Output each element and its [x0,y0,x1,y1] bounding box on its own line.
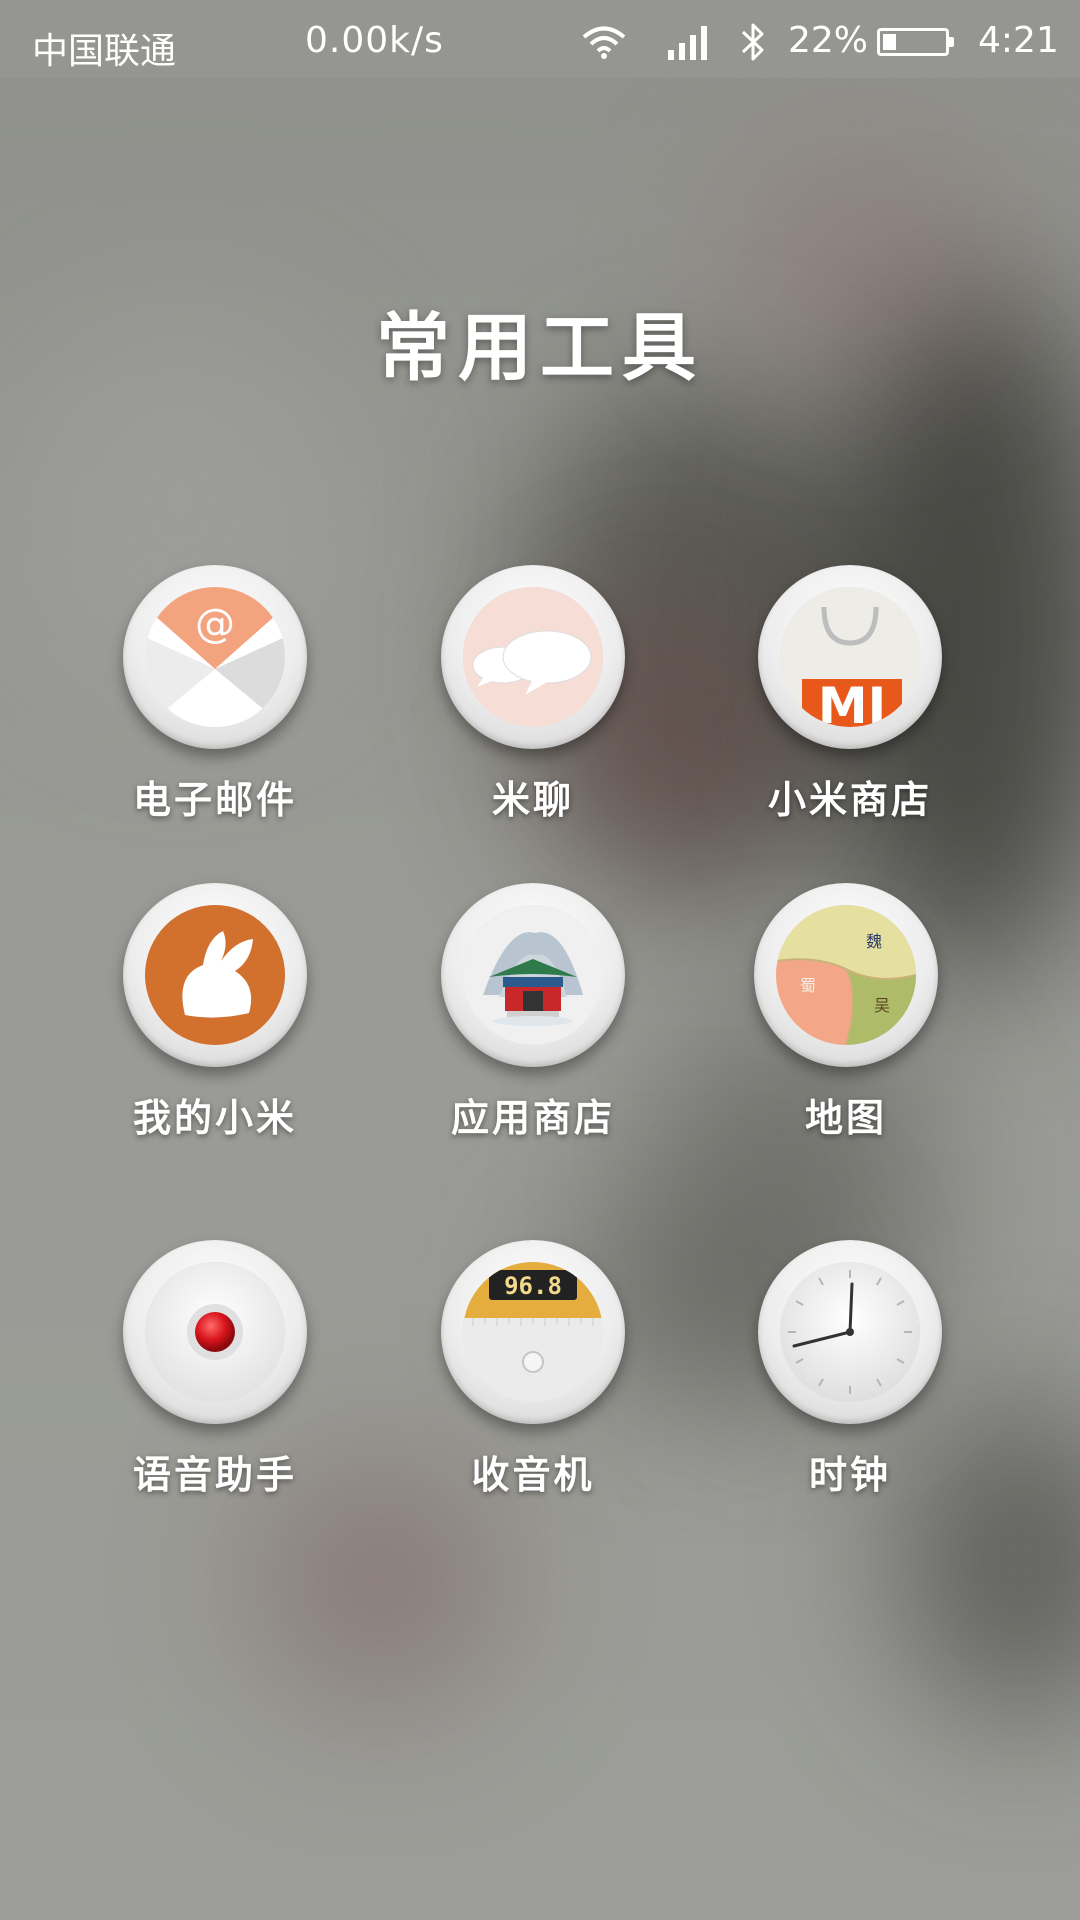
app-mi-chat[interactable]: 米聊 [373,565,693,825]
shopping-bag-icon: MI [780,587,920,727]
wifi-icon [582,26,626,59]
app-app-store[interactable]: 应用商店 [373,883,693,1143]
app-label: 语音助手 [132,1453,297,1497]
app-mi-store[interactable]: MI 小米商店 [690,565,1010,825]
email-icon: @ [145,587,285,727]
app-label: 我的小米 [132,1096,297,1140]
rabbit-icon [145,905,285,1045]
svg-text:吴: 吴 [874,996,890,1015]
svg-text:96.8: 96.8 [504,1272,562,1300]
app-label: 米聊 [491,778,574,822]
app-label: 收音机 [471,1453,595,1497]
app-radio[interactable]: 96.8 收音机 [373,1240,693,1500]
clock-icon [780,1262,920,1402]
carrier-name: 中国联通 [32,31,177,72]
radio-icon: 96.8 [463,1262,603,1402]
status-bar: 中国联通 0.00k/s 22% 4:21 [0,0,1080,78]
app-label: 小米商店 [767,778,932,822]
app-label: 电子邮件 [132,778,297,822]
folder-title: 常用工具 [376,305,704,391]
app-map[interactable]: 魏 蜀 吴 地图 [686,883,1006,1143]
bluetooth-icon [741,23,764,61]
network-speed: 0.00k/s [305,20,444,61]
clock-time: 4:21 [978,20,1059,61]
svg-text:MI: MI [818,677,886,727]
svg-text:蜀: 蜀 [800,976,816,995]
svg-text:@: @ [195,601,235,647]
app-label: 地图 [804,1096,887,1140]
record-button-icon [145,1262,285,1402]
app-my-mi[interactable]: 我的小米 [55,883,375,1143]
app-clock[interactable]: 时钟 [690,1240,1010,1500]
svg-text:魏: 魏 [866,932,882,951]
battery-percent: 22% [788,20,869,61]
battery-icon [877,28,954,56]
pavilion-icon [463,905,603,1045]
app-label: 应用商店 [450,1096,615,1140]
app-voice-assistant[interactable]: 语音助手 [55,1240,375,1500]
chat-bubbles-icon [463,587,603,727]
app-email[interactable]: @ 电子邮件 [55,565,375,825]
app-label: 时钟 [808,1453,891,1497]
map-icon: 魏 蜀 吴 [776,905,916,1045]
signal-icon [668,26,707,60]
